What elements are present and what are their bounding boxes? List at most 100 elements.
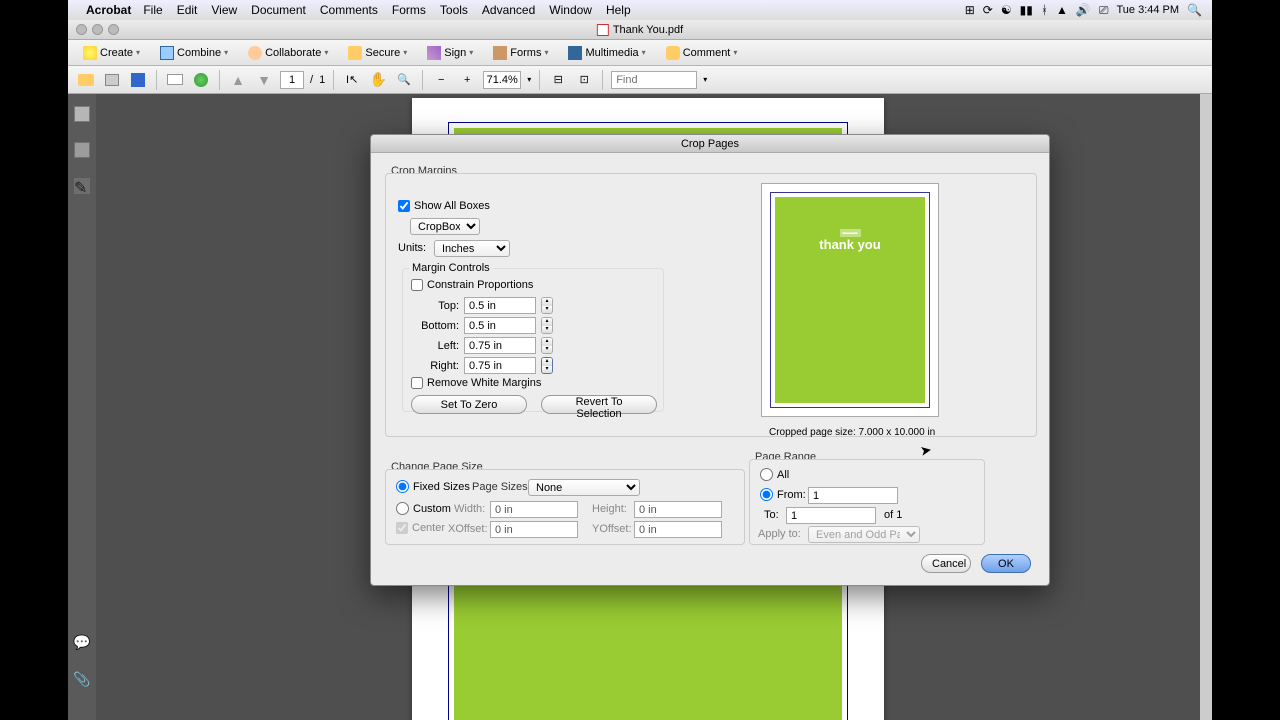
- pages-panel-icon[interactable]: [74, 106, 90, 122]
- from-radio[interactable]: From:: [760, 488, 806, 501]
- marquee-zoom-tool[interactable]: 🔍: [394, 70, 414, 90]
- status-icon[interactable]: ⊞: [965, 3, 975, 17]
- to-input[interactable]: [786, 507, 876, 524]
- zoom-input[interactable]: [483, 71, 521, 89]
- ok-button[interactable]: OK: [981, 554, 1031, 573]
- fit-width-button[interactable]: ⊟: [548, 70, 568, 90]
- volume-icon[interactable]: 🔊: [1076, 3, 1091, 17]
- spotlight-icon[interactable]: 🔍: [1187, 3, 1202, 17]
- xoffset-label: XOffset:: [448, 523, 488, 535]
- top-input[interactable]: [464, 297, 536, 314]
- sync-icon[interactable]: ⟳: [983, 3, 993, 17]
- units-label: Units:: [398, 242, 426, 254]
- folder-icon: [78, 74, 94, 86]
- left-stepper[interactable]: ▴▾: [541, 337, 553, 354]
- battery-icon[interactable]: ▮▮: [1020, 3, 1033, 17]
- zoom-in-button[interactable]: +: [457, 70, 477, 90]
- cancel-button[interactable]: Cancel: [921, 554, 971, 573]
- show-all-boxes-checkbox[interactable]: Show All Boxes: [398, 200, 490, 212]
- left-input[interactable]: [464, 337, 536, 354]
- center-checkbox[interactable]: Center: [396, 522, 445, 534]
- menu-document[interactable]: Document: [251, 3, 306, 17]
- next-page-button[interactable]: ▼: [254, 70, 274, 90]
- height-input[interactable]: [634, 501, 722, 518]
- menu-forms[interactable]: Forms: [392, 3, 426, 17]
- prev-page-button[interactable]: ▲: [228, 70, 248, 90]
- pdf-icon: [597, 24, 609, 36]
- save-button[interactable]: [128, 70, 148, 90]
- zoom-window-button[interactable]: [108, 24, 119, 35]
- xoffset-input[interactable]: [490, 521, 578, 538]
- bottom-input[interactable]: [464, 317, 536, 334]
- collaborate-button[interactable]: Collaborate▾: [241, 43, 335, 63]
- menu-window[interactable]: Window: [549, 3, 592, 17]
- box-type-select[interactable]: CropBox: [410, 218, 480, 235]
- multimedia-button[interactable]: Multimedia▾: [561, 43, 652, 63]
- top-stepper[interactable]: ▴▾: [541, 297, 553, 314]
- create-button[interactable]: Create▾: [76, 43, 147, 63]
- bottom-stepper[interactable]: ▴▾: [541, 317, 553, 334]
- menu-clock[interactable]: Tue 3:44 PM: [1116, 4, 1179, 16]
- bluetooth-icon[interactable]: ᚼ: [1041, 3, 1048, 17]
- secure-button[interactable]: Secure▾: [341, 43, 414, 63]
- signatures-panel-icon[interactable]: ✎: [74, 178, 90, 194]
- of-label: of 1: [884, 509, 902, 521]
- right-label: Right:: [419, 360, 459, 372]
- page-number-input[interactable]: [280, 71, 304, 89]
- wifi-icon[interactable]: ▲: [1056, 3, 1068, 17]
- email-button[interactable]: [165, 70, 185, 90]
- vertical-scrollbar[interactable]: [1200, 94, 1212, 720]
- dialog-title: Crop Pages: [371, 135, 1049, 153]
- menu-bar: Acrobat File Edit View Document Comments…: [68, 0, 1212, 20]
- combine-button[interactable]: Combine▾: [153, 43, 235, 63]
- separator: [422, 70, 423, 90]
- menu-advanced[interactable]: Advanced: [482, 3, 535, 17]
- close-window-button[interactable]: [76, 24, 87, 35]
- right-input[interactable]: [464, 357, 536, 374]
- right-stepper[interactable]: ▴▾: [541, 357, 553, 374]
- find-input[interactable]: [611, 71, 697, 89]
- width-input[interactable]: [490, 501, 578, 518]
- menu-comments[interactable]: Comments: [320, 3, 378, 17]
- remove-white-margins-checkbox[interactable]: Remove White Margins: [411, 377, 541, 389]
- menu-tools[interactable]: Tools: [440, 3, 468, 17]
- page-total: 1: [319, 74, 325, 86]
- all-radio[interactable]: All: [760, 468, 789, 481]
- comment-panel-icon[interactable]: 💬: [73, 634, 90, 651]
- from-input[interactable]: [808, 487, 898, 504]
- constrain-proportions-checkbox[interactable]: Constrain Proportions: [411, 279, 533, 291]
- display-icon[interactable]: ⎚: [1099, 3, 1109, 18]
- attachments-panel-icon[interactable]: 📎: [73, 671, 90, 688]
- custom-radio[interactable]: Custom: [396, 502, 451, 515]
- select-tool[interactable]: I↖: [342, 70, 362, 90]
- units-select[interactable]: Inches: [434, 240, 510, 257]
- mobileme-icon[interactable]: ☯: [1001, 3, 1012, 17]
- separator: [539, 70, 540, 90]
- fixed-sizes-radio[interactable]: Fixed Sizes: [396, 480, 470, 493]
- sign-button[interactable]: Sign▾: [420, 43, 480, 63]
- revert-to-selection-button[interactable]: Revert To Selection: [541, 395, 657, 414]
- page-sizes-select[interactable]: None: [528, 479, 640, 496]
- menu-edit[interactable]: Edit: [177, 3, 198, 17]
- comment-button[interactable]: Comment▾: [659, 43, 745, 63]
- minimize-window-button[interactable]: [92, 24, 103, 35]
- up-arrow-icon: ▲: [231, 72, 245, 88]
- open-button[interactable]: [76, 70, 96, 90]
- web-button[interactable]: [191, 70, 211, 90]
- menu-help[interactable]: Help: [606, 3, 631, 17]
- forms-button[interactable]: Forms▾: [486, 43, 555, 63]
- yoffset-input[interactable]: [634, 521, 722, 538]
- hand-tool[interactable]: ✋: [368, 70, 388, 90]
- app-menu[interactable]: Acrobat: [86, 3, 131, 17]
- select-icon: I↖: [346, 73, 358, 86]
- fit-page-button[interactable]: ⊡: [574, 70, 594, 90]
- apply-to-select[interactable]: Even and Odd Pages: [808, 526, 920, 543]
- window-titlebar: Thank You.pdf: [68, 20, 1212, 40]
- forms-icon: [493, 46, 507, 60]
- set-to-zero-button[interactable]: Set To Zero: [411, 395, 527, 414]
- bookmarks-panel-icon[interactable]: [74, 142, 90, 158]
- menu-view[interactable]: View: [211, 3, 237, 17]
- zoom-out-button[interactable]: −: [431, 70, 451, 90]
- print-button[interactable]: [102, 70, 122, 90]
- menu-file[interactable]: File: [143, 3, 162, 17]
